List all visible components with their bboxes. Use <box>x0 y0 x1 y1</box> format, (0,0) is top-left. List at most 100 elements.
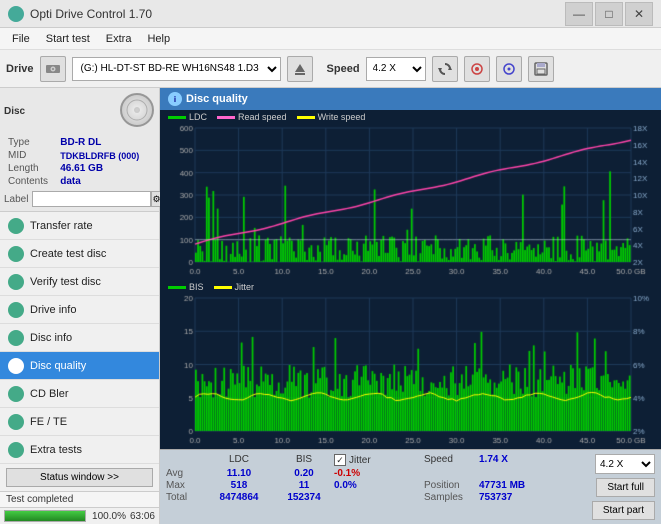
legend-bis-label: BIS <box>189 282 204 292</box>
settings-icon[interactable] <box>464 56 490 82</box>
legend-bis: BIS <box>168 282 204 292</box>
disc-burn-icon[interactable] <box>496 56 522 82</box>
avg-label: Avg <box>166 468 204 479</box>
disc-type-row: Type BD-R DL <box>6 137 153 148</box>
elapsed-time: 63:06 <box>130 511 155 522</box>
menu-file[interactable]: File <box>4 31 38 47</box>
minimize-button[interactable]: — <box>565 2 593 26</box>
maximize-button[interactable]: □ <box>595 2 623 26</box>
disc-type-label: Type <box>6 137 56 148</box>
disc-header: Disc <box>4 92 155 131</box>
sidebar-item-extra-tests[interactable]: Extra tests <box>0 436 159 464</box>
drive-label: Drive <box>6 63 34 75</box>
bottom-chart-canvas <box>160 280 661 449</box>
drive-info-label: Drive info <box>30 304 76 316</box>
sidebar-item-create-test-disc[interactable]: Create test disc <box>0 240 159 268</box>
disc-mid-row: MID TDKBLDRFB (000) <box>6 150 153 161</box>
progress-percent: 100.0% <box>86 511 126 522</box>
sidebar-item-cd-bler[interactable]: CD Bler <box>0 380 159 408</box>
avg-bis: 0.20 <box>274 468 334 479</box>
stats-table: LDC BIS ✓ Jitter Speed 1.74 X Avg 11.10 … <box>166 454 584 503</box>
bottom-legend: BIS Jitter <box>168 282 254 292</box>
status-text: Test completed <box>6 494 73 505</box>
status-window-button[interactable]: Status window >> <box>6 468 153 487</box>
legend-read: Read speed <box>217 112 287 122</box>
eject-icon[interactable] <box>287 56 313 82</box>
disc-length-label: Length <box>6 163 56 174</box>
drive-select[interactable]: (G:) HL-DT-ST BD-RE WH16NS48 1.D3 <box>72 57 281 81</box>
transfer-rate-icon <box>8 218 24 234</box>
window-controls[interactable]: — □ ✕ <box>565 2 653 26</box>
disc-section-label: Disc <box>4 106 25 117</box>
disc-quality-header-icon: i <box>168 92 182 106</box>
start-part-button[interactable]: Start part <box>592 501 655 520</box>
disc-label-row: Label ⚙ <box>4 191 155 207</box>
app-title: Opti Drive Control 1.70 <box>30 7 152 21</box>
close-button[interactable]: ✕ <box>625 2 653 26</box>
total-label: Total <box>166 492 204 503</box>
jitter-checkbox[interactable]: ✓ <box>334 454 346 466</box>
disc-contents-row: Contents data <box>6 176 153 187</box>
col-bis: BIS <box>274 454 334 466</box>
speed-select[interactable]: 4.2 X 2.0 X 1.0 X <box>366 57 426 81</box>
disc-info-label: Disc info <box>30 332 72 344</box>
stats-container: LDC BIS ✓ Jitter Speed 1.74 X Avg 11.10 … <box>166 454 655 520</box>
sidebar-item-disc-quality[interactable]: Disc quality <box>0 352 159 380</box>
legend-ldc: LDC <box>168 112 207 122</box>
disc-quality-header: i Disc quality <box>160 88 661 110</box>
disc-quality-title: Disc quality <box>186 93 248 105</box>
sidebar-item-verify-test-disc[interactable]: Verify test disc <box>0 268 159 296</box>
save-icon[interactable] <box>528 56 554 82</box>
top-chart-canvas <box>160 110 661 280</box>
legend-jitter-label: Jitter <box>235 282 255 292</box>
top-chart-area: LDC Read speed Write speed <box>160 110 661 280</box>
disc-mid-label: MID <box>6 150 56 161</box>
max-ldc: 518 <box>204 480 274 491</box>
title-bar-left: Opti Drive Control 1.70 <box>8 6 152 22</box>
col-jitter-label: Jitter <box>349 455 371 466</box>
samples-val: 753737 <box>479 492 512 503</box>
refresh-icon[interactable] <box>432 56 458 82</box>
max-label: Max <box>166 480 204 491</box>
col-ldc: LDC <box>204 454 274 466</box>
menu-help[interactable]: Help <box>139 31 178 47</box>
stats-area: LDC BIS ✓ Jitter Speed 1.74 X Avg 11.10 … <box>160 449 661 524</box>
stats-avg-row: Avg 11.10 0.20 -0.1% <box>166 468 584 479</box>
disc-info-table: Type BD-R DL MID TDKBLDRFB (000) Length … <box>4 135 155 189</box>
legend-bis-color <box>168 286 186 289</box>
disc-label-label: Label <box>4 194 28 205</box>
legend-read-label: Read speed <box>238 112 287 122</box>
start-full-button[interactable]: Start full <box>596 478 655 497</box>
cd-bler-icon <box>8 386 24 402</box>
position-val: 47731 MB <box>479 480 525 491</box>
speed-label: Speed <box>327 63 360 75</box>
stats-right-panel: 4.2 X 2.0 X 1.0 X Start full Start part <box>592 454 655 520</box>
disc-quality-icon <box>8 358 24 374</box>
top-legend: LDC Read speed Write speed <box>168 112 365 122</box>
app-icon <box>8 6 24 22</box>
disc-length-value: 46.61 GB <box>58 163 153 174</box>
disc-label-input[interactable] <box>32 191 151 207</box>
disc-contents-value: data <box>58 176 153 187</box>
sidebar-item-fe-te[interactable]: FE / TE <box>0 408 159 436</box>
disc-info-icon <box>8 330 24 346</box>
menu-bar: File Start test Extra Help <box>0 28 661 50</box>
sidebar-item-disc-info[interactable]: Disc info <box>0 324 159 352</box>
progress-bar <box>4 510 86 522</box>
menu-extra[interactable]: Extra <box>98 31 140 47</box>
total-jitter <box>334 492 424 503</box>
sidebar-item-drive-info[interactable]: Drive info <box>0 296 159 324</box>
disc-panel: Disc Type BD-R DL MID <box>0 88 159 212</box>
speed-dropdown[interactable]: 4.2 X 2.0 X 1.0 X <box>595 454 655 474</box>
create-test-disc-icon <box>8 246 24 262</box>
legend-write-color <box>297 116 315 119</box>
menu-start-test[interactable]: Start test <box>38 31 98 47</box>
stats-max-row: Max 518 11 0.0% Position 47731 MB <box>166 480 584 491</box>
sidebar-item-transfer-rate[interactable]: Transfer rate <box>0 212 159 240</box>
content-area: i Disc quality LDC Read speed Write spee… <box>160 88 661 524</box>
disc-mid-value: TDKBLDRFB (000) <box>58 150 153 161</box>
legend-read-color <box>217 116 235 119</box>
max-jitter: 0.0% <box>334 480 424 491</box>
disc-icon <box>119 92 155 131</box>
legend-ldc-label: LDC <box>189 112 207 122</box>
